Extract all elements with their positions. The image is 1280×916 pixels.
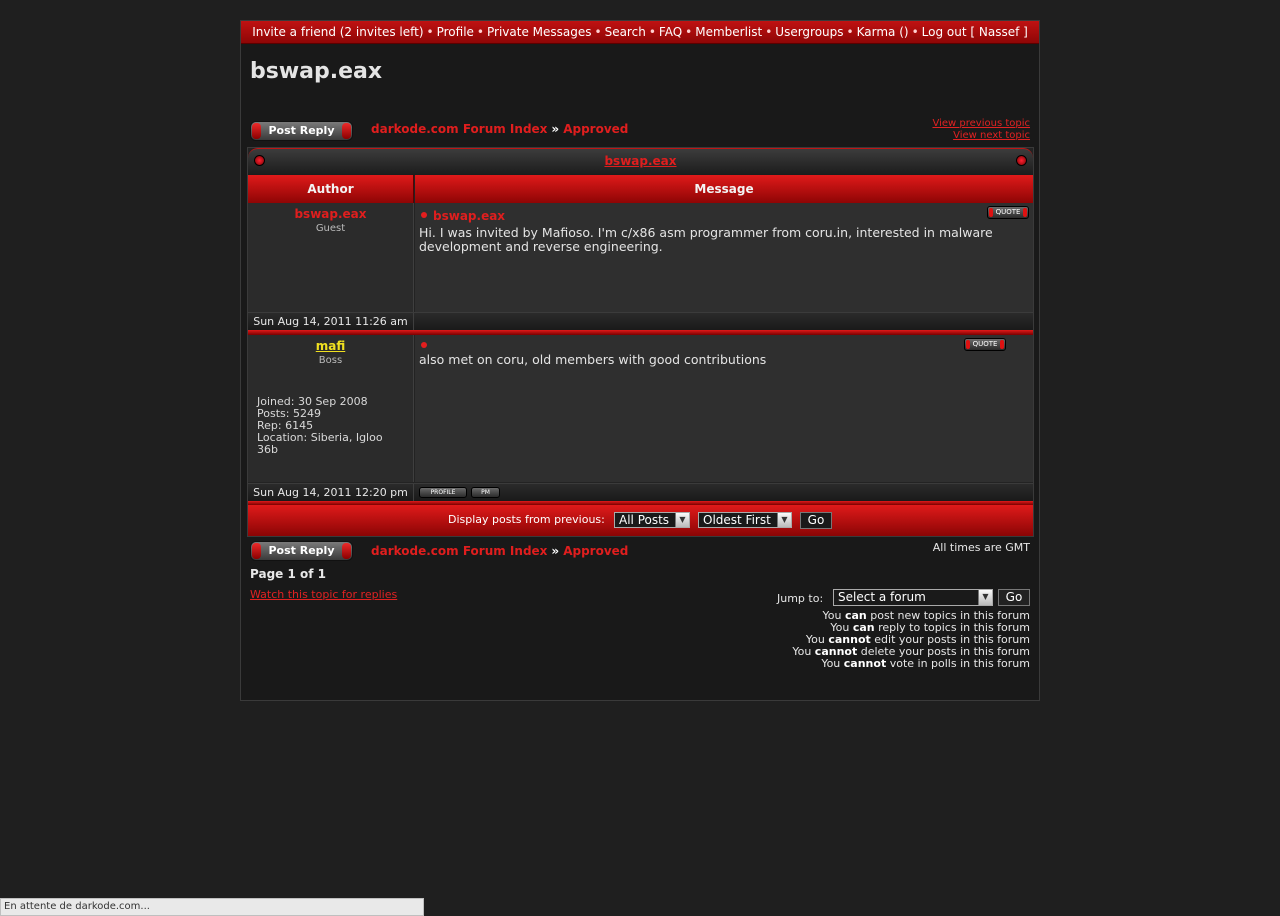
post-2-author-name[interactable]: mafi — [248, 339, 413, 353]
post-2-quote-button[interactable]: QUOTE — [964, 338, 1006, 351]
breadcrumb-bottom: darkode.com Forum Index» Approved — [371, 544, 629, 558]
topic-navigation: View previous topic View next topic — [932, 118, 1030, 142]
column-header-message: Message — [415, 175, 1033, 203]
page-number: Page 1 of 1 — [250, 567, 326, 581]
post-reply-button-bottom[interactable]: Post Reply — [250, 541, 353, 561]
forum-permissions: You can post new topics in this forum Yo… — [730, 610, 1030, 670]
chevron-down-icon: ▼ — [777, 513, 791, 527]
post-2-message-cell: also met on coru, old members with good … — [415, 335, 1033, 482]
post-bullet-icon — [421, 212, 427, 218]
topic-table: bswap.eax Author Message bswap.eax Guest… — [247, 147, 1034, 537]
post-1-author-cell: bswap.eax Guest — [248, 203, 414, 312]
nav-memberlist[interactable]: Memberlist — [695, 25, 762, 39]
post-2-author-cell: mafi Boss Joined: 30 Sep 2008 Posts: 524… — [248, 335, 414, 482]
post-reply-button-top[interactable]: Post Reply — [250, 121, 353, 141]
nav-search[interactable]: Search — [605, 25, 646, 39]
jump-to-label: Jump to: — [777, 592, 824, 605]
nav-logout[interactable]: Log out [ Nassef ] — [922, 25, 1028, 39]
post-1-author-rank: Guest — [315, 223, 346, 234]
nav-profile[interactable]: Profile — [437, 25, 474, 39]
post-1-author-name[interactable]: bswap.eax — [248, 207, 413, 221]
nav-karma[interactable]: Karma () — [857, 25, 909, 39]
post-2-date: Sun Aug 14, 2011 12:20 pm — [248, 484, 414, 502]
post-2-author-info: Joined: 30 Sep 2008 Posts: 5249 Rep: 614… — [248, 396, 413, 456]
nav-invite[interactable]: Invite a friend (2 invites left) — [252, 25, 423, 39]
post-2-author-rank: Boss — [318, 355, 343, 366]
nav-usergroups[interactable]: Usergroups — [775, 25, 843, 39]
breadcrumb-top: darkode.com Forum Index» Approved — [371, 122, 629, 136]
post-2-date-bar: Sun Aug 14, 2011 12:20 pm PROFILE PM — [248, 483, 1033, 502]
breadcrumb-index-link[interactable]: darkode.com Forum Index — [371, 544, 547, 558]
post-2-pm-button[interactable]: PM — [471, 487, 500, 498]
breadcrumb-forum-link[interactable]: Approved — [563, 544, 628, 558]
period-select[interactable]: All Posts ▼ — [614, 512, 690, 528]
post-bullet-icon — [421, 342, 427, 348]
breadcrumb-forum-link[interactable]: Approved — [563, 122, 628, 136]
post-2-profile-button[interactable]: PROFILE — [419, 487, 467, 498]
post-1-date-bar: Sun Aug 14, 2011 11:26 am — [248, 312, 1033, 331]
top-navigation: Invite a friend (2 invites left) • Profile… — [241, 21, 1039, 44]
display-filter-bar: Display posts from previous: All Posts ▼ … — [248, 505, 1033, 536]
topic-caption: bswap.eax — [248, 148, 1033, 175]
forum-page: Invite a friend (2 invites left) • Profile… — [240, 20, 1040, 701]
post-1-body: Hi. I was invited by Mafioso. I'm c/x86 … — [419, 225, 993, 254]
nav-private-messages[interactable]: Private Messages — [487, 25, 592, 39]
page-title: bswap.eax — [250, 59, 383, 84]
nav-faq[interactable]: FAQ — [659, 25, 682, 39]
permission-line: You cannot vote in polls in this forum — [821, 657, 1030, 670]
jump-to-select[interactable]: Select a forum ▼ — [833, 589, 993, 606]
chevron-down-icon: ▼ — [675, 513, 689, 527]
caption-left-dot-icon — [254, 155, 265, 166]
post-1-subject: bswap.eax — [421, 209, 505, 223]
filter-go-button[interactable]: Go — [800, 512, 832, 529]
view-next-topic-link[interactable]: View next topic — [932, 130, 1030, 142]
watch-topic-link[interactable]: Watch this topic for replies — [250, 588, 397, 601]
post-1-date: Sun Aug 14, 2011 11:26 am — [248, 313, 414, 331]
jump-go-button[interactable]: Go — [998, 589, 1030, 606]
post-2-location: Location: Siberia, Igloo 36b — [257, 431, 383, 456]
order-select[interactable]: Oldest First ▼ — [698, 512, 792, 528]
browser-status-bar: En attente de darkode.com... — [0, 898, 424, 916]
breadcrumb-index-link[interactable]: darkode.com Forum Index — [371, 122, 547, 136]
post-2-body: also met on coru, old members with good … — [419, 352, 767, 367]
timezone-note: All times are GMT — [932, 541, 1030, 554]
post-1-quote-button[interactable]: QUOTE — [987, 206, 1029, 219]
post-2-subject — [421, 339, 433, 353]
view-previous-topic-link[interactable]: View previous topic — [932, 118, 1030, 130]
post-1-message-cell: bswap.eax Hi. I was invited by Mafioso. … — [415, 203, 1033, 312]
filter-label: Display posts from previous: — [448, 513, 605, 526]
chevron-down-icon: ▼ — [978, 590, 992, 605]
topic-title-link[interactable]: bswap.eax — [604, 154, 676, 168]
caption-right-dot-icon — [1016, 155, 1027, 166]
column-header-author: Author — [248, 175, 414, 203]
